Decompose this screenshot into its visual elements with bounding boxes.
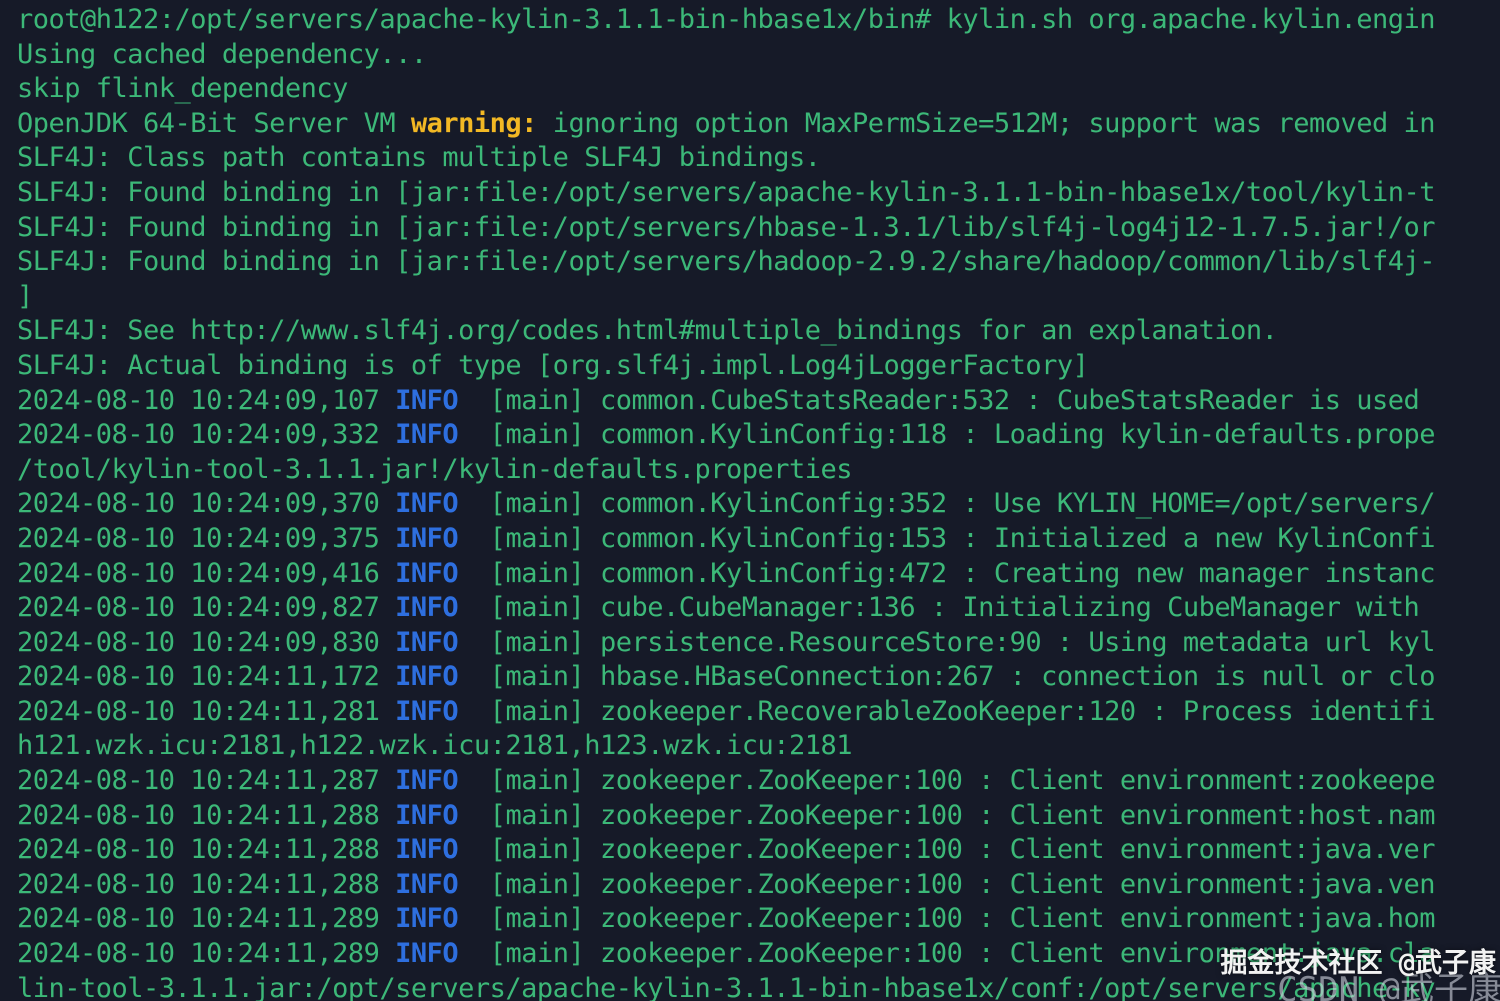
log-text-segment: OpenJDK 64-Bit Server VM [17, 107, 411, 139]
log-text-segment: INFO [395, 488, 459, 520]
log-text-segment: INFO [395, 384, 459, 416]
log-text-segment: INFO [395, 868, 459, 900]
log-text-segment: SLF4J: See http://www.slf4j.org/codes.ht… [17, 315, 1278, 347]
watermark-juejin: 掘金技术社区 @武子康 [1220, 948, 1496, 979]
log-line: SLF4J: See http://www.slf4j.org/codes.ht… [17, 314, 1500, 349]
log-text-segment: SLF4J: Found binding in [jar:file:/opt/s… [17, 211, 1435, 243]
log-text-segment: 2024-08-10 10:24:09,827 [17, 592, 396, 624]
log-line: SLF4J: Class path contains multiple SLF4… [17, 141, 1500, 176]
log-text-segment: INFO [395, 799, 459, 831]
terminal-log-output: root@h122:/opt/servers/apache-kylin-3.1.… [17, 3, 1500, 1001]
log-line: OpenJDK 64-Bit Server VM warning: ignori… [17, 107, 1500, 142]
log-text-segment: INFO [395, 419, 459, 451]
log-text-segment: root@h122:/opt/servers/apache-kylin-3.1.… [17, 4, 1435, 35]
log-text-segment: 2024-08-10 10:24:09,332 [17, 419, 396, 451]
log-line: 2024-08-10 10:24:09,827 INFO [main] cube… [17, 591, 1500, 626]
log-text-segment: 2024-08-10 10:24:11,288 [17, 868, 396, 900]
log-line: 2024-08-10 10:24:11,281 INFO [main] zook… [17, 695, 1500, 730]
log-text-segment: SLF4J: Actual binding is of type [org.sl… [17, 349, 1089, 381]
log-text-segment: 2024-08-10 10:24:11,288 [17, 834, 396, 866]
log-text-segment: INFO [395, 557, 459, 589]
log-line: 2024-08-10 10:24:11,289 INFO [main] zook… [17, 902, 1500, 937]
log-line: 2024-08-10 10:24:11,288 INFO [main] zook… [17, 799, 1500, 834]
terminal-window[interactable]: root@h122:/opt/servers/apache-kylin-3.1.… [0, 0, 1500, 1001]
log-text-segment: 2024-08-10 10:24:09,375 [17, 522, 396, 554]
log-text-segment: 2024-08-10 10:24:11,289 [17, 903, 396, 935]
log-line: 2024-08-10 10:24:09,332 INFO [main] comm… [17, 418, 1500, 453]
log-text-segment: [main] common.KylinConfig:352 : Use KYLI… [458, 488, 1436, 520]
log-text-segment: [main] common.KylinConfig:118 : Loading … [458, 419, 1436, 451]
log-text-segment: [main] common.CubeStatsReader:532 : Cube… [458, 384, 1420, 416]
log-text-segment: INFO [395, 903, 459, 935]
log-line: 2024-08-10 10:24:09,107 INFO [main] comm… [17, 384, 1500, 419]
log-line: SLF4J: Actual binding is of type [org.sl… [17, 349, 1500, 384]
log-text-segment: Using cached dependency... [17, 38, 427, 70]
log-text-segment: INFO [395, 695, 459, 727]
log-text-segment: 2024-08-10 10:24:11,172 [17, 661, 396, 693]
log-text-segment: h121.wzk.icu:2181,h122.wzk.icu:2181,h123… [17, 730, 853, 762]
log-text-segment: [main] cube.CubeManager:136 : Initializi… [458, 592, 1420, 624]
log-line: /tool/kylin-tool-3.1.1.jar!/kylin-defaul… [17, 453, 1500, 488]
log-line: 2024-08-10 10:24:09,370 INFO [main] comm… [17, 487, 1500, 522]
log-text-segment: INFO [395, 661, 459, 693]
log-line: SLF4J: Found binding in [jar:file:/opt/s… [17, 176, 1500, 211]
log-text-segment: warning: [410, 107, 538, 139]
log-line: 2024-08-10 10:24:11,172 INFO [main] hbas… [17, 660, 1500, 695]
log-text-segment: 2024-08-10 10:24:09,830 [17, 626, 396, 658]
log-text-segment: 2024-08-10 10:24:09,370 [17, 488, 396, 520]
log-text-segment: ] [17, 280, 33, 312]
log-text-segment: INFO [395, 765, 459, 797]
log-text-segment: SLF4J: Found binding in [jar:file:/opt/s… [17, 176, 1435, 208]
log-text-segment: INFO [395, 522, 459, 554]
log-text-segment: [main] common.KylinConfig:472 : Creating… [458, 557, 1436, 589]
log-line: root@h122:/opt/servers/apache-kylin-3.1.… [17, 3, 1500, 38]
log-text-segment: ignoring option MaxPermSize=512M; suppor… [536, 107, 1436, 139]
log-line: Using cached dependency... [17, 38, 1500, 73]
log-text-segment: /tool/kylin-tool-3.1.1.jar!/kylin-defaul… [17, 453, 853, 485]
log-text-segment: [main] zookeeper.ZooKeeper:100 : Client … [458, 799, 1436, 831]
log-text-segment: [main] zookeeper.RecoverableZooKeeper:12… [458, 695, 1436, 727]
log-line: SLF4J: Found binding in [jar:file:/opt/s… [17, 245, 1500, 280]
log-line: ] [17, 280, 1500, 315]
log-text-segment: 2024-08-10 10:24:09,416 [17, 557, 396, 589]
log-line: skip flink_dependency [17, 72, 1500, 107]
log-text-segment: SLF4J: Class path contains multiple SLF4… [17, 142, 821, 174]
log-text-segment: [main] hbase.HBaseConnection:267 : conne… [458, 661, 1436, 693]
log-text-segment: [main] persistence.ResourceStore:90 : Us… [458, 626, 1436, 658]
log-text-segment: [main] zookeeper.ZooKeeper:100 : Client … [458, 903, 1436, 935]
log-text-segment: [main] zookeeper.ZooKeeper:100 : Client … [458, 834, 1436, 866]
log-line: 2024-08-10 10:24:09,830 INFO [main] pers… [17, 626, 1500, 661]
log-text-segment: skip flink_dependency [17, 73, 348, 105]
log-line: SLF4J: Found binding in [jar:file:/opt/s… [17, 211, 1500, 246]
log-line: 2024-08-10 10:24:09,375 INFO [main] comm… [17, 522, 1500, 557]
log-text-segment: 2024-08-10 10:24:11,289 [17, 938, 396, 970]
log-text-segment: SLF4J: Found binding in [jar:file:/opt/s… [17, 246, 1435, 278]
log-text-segment: INFO [395, 592, 459, 624]
log-text-segment: 2024-08-10 10:24:09,107 [17, 384, 396, 416]
log-text-segment: 2024-08-10 10:24:11,288 [17, 799, 396, 831]
log-line: h121.wzk.icu:2181,h122.wzk.icu:2181,h123… [17, 729, 1500, 764]
log-text-segment: [main] zookeeper.ZooKeeper:100 : Client … [458, 868, 1436, 900]
log-line: 2024-08-10 10:24:11,288 INFO [main] zook… [17, 833, 1500, 868]
log-text-segment: 2024-08-10 10:24:11,281 [17, 695, 396, 727]
log-text-segment: INFO [395, 834, 459, 866]
log-text-segment: INFO [395, 938, 459, 970]
log-line: 2024-08-10 10:24:11,287 INFO [main] zook… [17, 764, 1500, 799]
log-line: 2024-08-10 10:24:09,416 INFO [main] comm… [17, 557, 1500, 592]
log-text-segment: 2024-08-10 10:24:11,287 [17, 765, 396, 797]
log-text-segment: [main] common.KylinConfig:153 : Initiali… [458, 522, 1436, 554]
log-line: 2024-08-10 10:24:11,288 INFO [main] zook… [17, 868, 1500, 903]
log-text-segment: [main] zookeeper.ZooKeeper:100 : Client … [458, 765, 1436, 797]
log-text-segment: INFO [395, 626, 459, 658]
